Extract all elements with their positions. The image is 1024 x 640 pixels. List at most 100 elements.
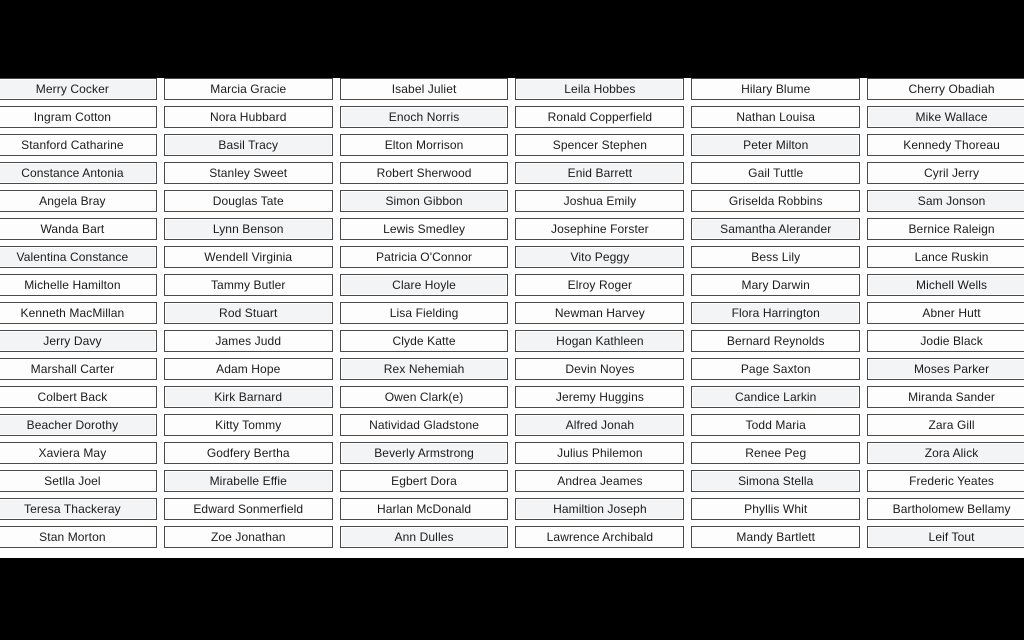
name-cell[interactable]: Lawrence Archibald bbox=[515, 526, 685, 548]
name-cell[interactable]: Abner Hutt bbox=[867, 302, 1024, 324]
name-cell[interactable]: Sam Jonson bbox=[867, 190, 1024, 212]
name-cell[interactable]: Constance Antonia bbox=[0, 162, 157, 184]
name-cell[interactable]: Nora Hubbard bbox=[163, 106, 333, 128]
name-cell[interactable]: Wendell Virginia bbox=[163, 246, 333, 268]
name-cell[interactable]: Rod Stuart bbox=[163, 302, 333, 324]
name-cell[interactable]: Valentina Constance bbox=[0, 246, 157, 268]
name-cell[interactable]: Leila Hobbes bbox=[515, 78, 685, 100]
name-cell[interactable]: Elroy Roger bbox=[515, 274, 685, 296]
name-cell[interactable]: Ingram Cotton bbox=[0, 106, 157, 128]
name-cell[interactable]: Candice Larkin bbox=[691, 386, 861, 408]
name-cell[interactable]: Miranda Sander bbox=[867, 386, 1024, 408]
name-cell[interactable]: Cherry Obadiah bbox=[867, 78, 1024, 100]
name-cell[interactable]: Mandy Bartlett bbox=[691, 526, 861, 548]
name-cell[interactable]: Enoch Norris bbox=[339, 106, 509, 128]
name-cell[interactable]: Beverly Armstrong bbox=[339, 442, 509, 464]
name-cell[interactable]: Hilary Blume bbox=[691, 78, 861, 100]
name-cell[interactable]: Samantha Alerander bbox=[691, 218, 861, 240]
name-cell[interactable]: Frederic Yeates bbox=[867, 470, 1024, 492]
name-cell[interactable]: Jerry Davy bbox=[0, 330, 157, 352]
name-cell[interactable]: Todd Maria bbox=[691, 414, 861, 436]
name-cell[interactable]: Basil Tracy bbox=[163, 134, 333, 156]
name-cell[interactable]: Bernard Reynolds bbox=[691, 330, 861, 352]
name-cell[interactable]: Zora Alick bbox=[867, 442, 1024, 464]
name-cell[interactable]: Stanford Catharine bbox=[0, 134, 157, 156]
name-cell[interactable]: Newman Harvey bbox=[515, 302, 685, 324]
name-cell[interactable]: Page Saxton bbox=[691, 358, 861, 380]
name-cell[interactable]: Angela Bray bbox=[0, 190, 157, 212]
name-cell[interactable]: Zoe Jonathan bbox=[163, 526, 333, 548]
name-cell[interactable]: Spencer Stephen bbox=[515, 134, 685, 156]
name-cell[interactable]: Vito Peggy bbox=[515, 246, 685, 268]
name-cell[interactable]: Clare Hoyle bbox=[339, 274, 509, 296]
name-cell[interactable]: Stanley Sweet bbox=[163, 162, 333, 184]
name-cell[interactable]: Marshall Carter bbox=[0, 358, 157, 380]
name-cell[interactable]: Renee Peg bbox=[691, 442, 861, 464]
name-cell[interactable]: Mike Wallace bbox=[867, 106, 1024, 128]
name-cell[interactable]: Phyllis Whit bbox=[691, 498, 861, 520]
name-cell[interactable]: Teresa Thackeray bbox=[0, 498, 157, 520]
name-cell[interactable]: Clyde Katte bbox=[339, 330, 509, 352]
name-cell[interactable]: Kirk Barnard bbox=[163, 386, 333, 408]
name-cell[interactable]: Bartholomew Bellamy bbox=[867, 498, 1024, 520]
name-cell[interactable]: Michelle Hamilton bbox=[0, 274, 157, 296]
name-cell[interactable]: Hogan Kathleen bbox=[515, 330, 685, 352]
name-cell[interactable]: Bernice Raleign bbox=[867, 218, 1024, 240]
name-cell[interactable]: Jodie Black bbox=[867, 330, 1024, 352]
name-cell[interactable]: Flora Harrington bbox=[691, 302, 861, 324]
name-cell[interactable]: Ronald Copperfield bbox=[515, 106, 685, 128]
name-cell[interactable]: Edward Sonmerfield bbox=[163, 498, 333, 520]
name-cell[interactable]: Robert Sherwood bbox=[339, 162, 509, 184]
name-cell[interactable]: Alfred Jonah bbox=[515, 414, 685, 436]
name-cell[interactable]: Mirabelle Effie bbox=[163, 470, 333, 492]
name-cell[interactable]: Kitty Tommy bbox=[163, 414, 333, 436]
name-cell[interactable]: Simon Gibbon bbox=[339, 190, 509, 212]
name-cell[interactable]: Michell Wells bbox=[867, 274, 1024, 296]
name-cell[interactable]: Stan Morton bbox=[0, 526, 157, 548]
name-cell[interactable]: Godfery Bertha bbox=[163, 442, 333, 464]
name-cell[interactable]: Natividad Gladstone bbox=[339, 414, 509, 436]
name-cell[interactable]: Kennedy Thoreau bbox=[867, 134, 1024, 156]
name-cell[interactable]: Leif Tout bbox=[867, 526, 1024, 548]
name-cell[interactable]: Colbert Back bbox=[0, 386, 157, 408]
name-cell[interactable]: Elton Morrison bbox=[339, 134, 509, 156]
name-cell[interactable]: Beacher Dorothy bbox=[0, 414, 157, 436]
name-cell[interactable]: Patricia O'Connor bbox=[339, 246, 509, 268]
name-cell[interactable]: Lisa Fielding bbox=[339, 302, 509, 324]
name-cell[interactable]: Joshua Emily bbox=[515, 190, 685, 212]
name-cell[interactable]: Josephine Forster bbox=[515, 218, 685, 240]
name-cell[interactable]: Cyril Jerry bbox=[867, 162, 1024, 184]
name-cell[interactable]: Owen Clark(e) bbox=[339, 386, 509, 408]
name-cell[interactable]: Harlan McDonald bbox=[339, 498, 509, 520]
name-cell[interactable]: Simona Stella bbox=[691, 470, 861, 492]
name-cell[interactable]: Rex Nehemiah bbox=[339, 358, 509, 380]
name-cell[interactable]: Devin Noyes bbox=[515, 358, 685, 380]
name-cell[interactable]: Julius Philemon bbox=[515, 442, 685, 464]
name-cell[interactable]: Gail Tuttle bbox=[691, 162, 861, 184]
name-cell[interactable]: Kenneth MacMillan bbox=[0, 302, 157, 324]
name-cell[interactable]: Bess Lily bbox=[691, 246, 861, 268]
name-cell[interactable]: Enid Barrett bbox=[515, 162, 685, 184]
name-cell[interactable]: Wanda Bart bbox=[0, 218, 157, 240]
name-cell[interactable]: Isabel Juliet bbox=[339, 78, 509, 100]
name-cell[interactable]: James Judd bbox=[163, 330, 333, 352]
name-cell[interactable]: Nathan Louisa bbox=[691, 106, 861, 128]
name-cell[interactable]: Jeremy Huggins bbox=[515, 386, 685, 408]
name-cell[interactable]: Peter Milton bbox=[691, 134, 861, 156]
name-cell[interactable]: Lance Ruskin bbox=[867, 246, 1024, 268]
name-cell[interactable]: Mary Darwin bbox=[691, 274, 861, 296]
name-cell[interactable]: Egbert Dora bbox=[339, 470, 509, 492]
name-cell[interactable]: Douglas Tate bbox=[163, 190, 333, 212]
name-cell[interactable]: Merry Cocker bbox=[0, 78, 157, 100]
name-cell[interactable]: Moses Parker bbox=[867, 358, 1024, 380]
name-cell[interactable]: Griselda Robbins bbox=[691, 190, 861, 212]
name-cell[interactable]: Marcia Gracie bbox=[163, 78, 333, 100]
name-cell[interactable]: Ann Dulles bbox=[339, 526, 509, 548]
name-cell[interactable]: Tammy Butler bbox=[163, 274, 333, 296]
name-cell[interactable]: Zara Gill bbox=[867, 414, 1024, 436]
name-cell[interactable]: Lynn Benson bbox=[163, 218, 333, 240]
name-cell[interactable]: Setlla Joel bbox=[0, 470, 157, 492]
name-cell[interactable]: Hamiltion Joseph bbox=[515, 498, 685, 520]
name-cell[interactable]: Andrea Jeames bbox=[515, 470, 685, 492]
name-cell[interactable]: Adam Hope bbox=[163, 358, 333, 380]
